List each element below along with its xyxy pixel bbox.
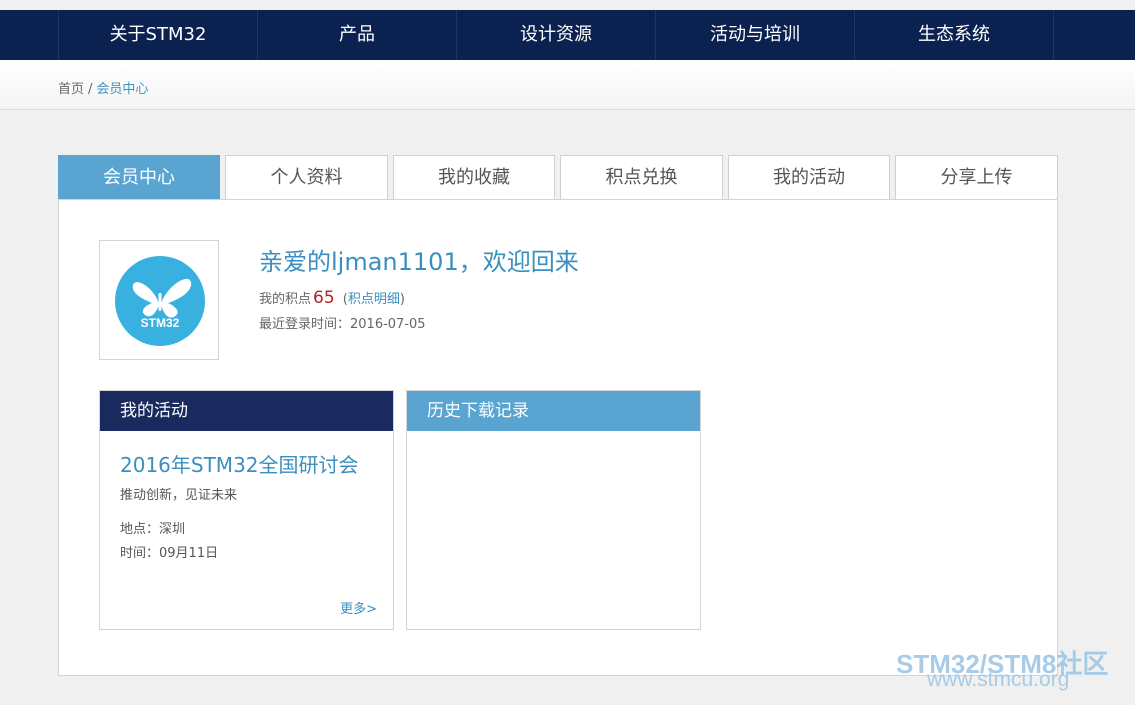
- nav-item-design-resources[interactable]: 设计资源: [457, 10, 656, 60]
- tab-member-center[interactable]: 会员中心: [58, 155, 220, 200]
- download-history-header: 历史下载记录: [407, 391, 700, 431]
- top-nav: 关于STM32 产品 设计资源 活动与培训 生态系统: [58, 10, 1054, 60]
- tab-my-activities[interactable]: 我的活动: [728, 155, 890, 200]
- breadcrumb-separator: /: [88, 82, 93, 97]
- tab-points-exchange[interactable]: 积点兑换: [560, 155, 723, 200]
- my-activities-card: 我的活动 2016年STM32全国研讨会 推动创新，见证未来 地点：深圳 时间：…: [99, 390, 394, 630]
- nav-item-about-stm32[interactable]: 关于STM32: [59, 10, 258, 60]
- points-link-close-paren: ): [399, 292, 405, 307]
- avatar-logo-text: STM32: [141, 316, 180, 330]
- nav-item-events-training[interactable]: 活动与培训: [656, 10, 855, 60]
- breadcrumb: 首页 / 会员中心: [58, 78, 148, 97]
- event-time: 时间：09月11日: [120, 542, 218, 561]
- last-login-label: 最近登录时间：: [259, 317, 351, 332]
- more-activities-link[interactable]: 更多>: [340, 598, 377, 617]
- points-detail-link[interactable]: 积点明细: [348, 292, 400, 307]
- event-place-value: 深圳: [159, 522, 186, 537]
- top-nav-bar: 关于STM32 产品 设计资源 活动与培训 生态系统: [0, 10, 1135, 60]
- breadcrumb-band: 首页 / 会员中心: [0, 60, 1135, 110]
- nav-item-products[interactable]: 产品: [258, 10, 457, 60]
- download-history-card: 历史下载记录: [406, 390, 701, 630]
- tab-my-favorites[interactable]: 我的收藏: [393, 155, 555, 200]
- member-tabs: 会员中心 个人资料 我的收藏 积点兑换 我的活动 分享上传: [58, 155, 1058, 200]
- event-time-label: 时间：: [120, 546, 160, 561]
- watermark-url: www.stmcu.org: [927, 668, 1070, 691]
- avatar: STM32: [99, 240, 219, 360]
- tab-share-upload[interactable]: 分享上传: [895, 155, 1058, 200]
- points-value: 65: [313, 288, 335, 308]
- event-time-value: 09月11日: [159, 546, 219, 561]
- breadcrumb-current: 会员中心: [96, 82, 149, 97]
- stm32-butterfly-logo-icon: STM32: [115, 256, 205, 346]
- breadcrumb-home-link[interactable]: 首页: [58, 82, 84, 97]
- points-label: 我的积点: [259, 292, 312, 307]
- last-login-value: 2016-07-05: [350, 317, 426, 332]
- tab-personal-info[interactable]: 个人资料: [225, 155, 388, 200]
- nav-item-ecosystem[interactable]: 生态系统: [855, 10, 1054, 60]
- event-place: 地点：深圳: [120, 518, 185, 537]
- points-line: 我的积点 65 (积点明细): [259, 288, 405, 308]
- my-activities-header: 我的活动: [100, 391, 393, 431]
- last-login-line: 最近登录时间：2016-07-05: [259, 313, 426, 332]
- event-title-link[interactable]: 2016年STM32全国研讨会: [120, 449, 359, 478]
- member-center-panel: STM32 亲爱的ljman1101，欢迎回来 我的积点 65 (积点明细) 最近…: [58, 199, 1058, 676]
- event-place-label: 地点：: [120, 522, 160, 537]
- welcome-message: 亲爱的ljman1101，欢迎回来: [259, 248, 579, 276]
- event-slogan: 推动创新，见证未来: [120, 488, 238, 503]
